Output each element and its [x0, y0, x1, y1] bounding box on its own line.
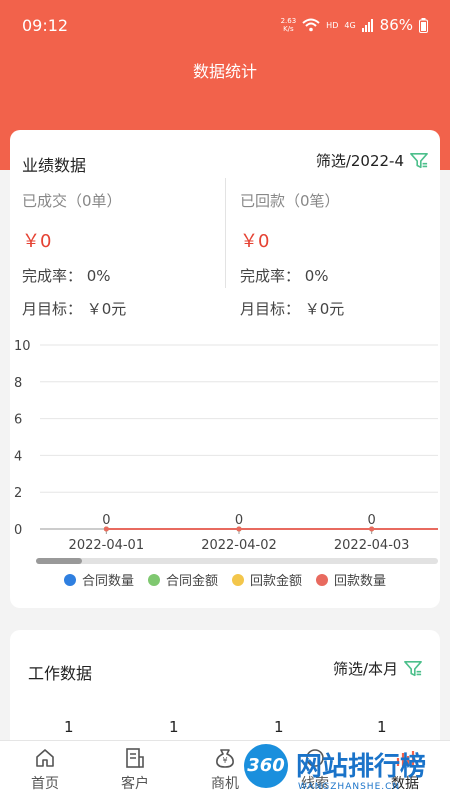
watermark-subtext: WANGZHANSHE.CN [298, 782, 401, 792]
site-watermark: 360 网站排行榜 WANGZHANSHE.CN [240, 742, 450, 800]
payments-label: 已回款（0笔） [240, 192, 340, 210]
work-title: 工作数据 [28, 664, 93, 683]
legend-label: 合同数量 [81, 574, 134, 589]
work-count: 1 [64, 718, 74, 736]
performance-filter-label: 筛选/2022-4 [315, 152, 404, 170]
lte-label: 4G [344, 20, 356, 30]
work-filter-button[interactable]: 筛选/本月 [333, 658, 422, 679]
performance-title: 业绩数据 [22, 156, 87, 175]
performance-filter-button[interactable]: 筛选/2022-4 [316, 150, 428, 171]
signal-icon [361, 18, 373, 32]
legend-dot [316, 573, 329, 586]
x-tick-label: 2022-04-01 [69, 538, 145, 550]
summary-divider [225, 178, 226, 288]
deals-rate: 完成率： 0% [22, 267, 111, 285]
net-speed: 2.63 K/s [281, 17, 297, 33]
y-tick-label: 2 [14, 486, 22, 501]
data-label: 0 [102, 513, 110, 528]
status-icons: 2.63 K/s HD 4G 86% [281, 16, 428, 34]
net-speed-unit: K/s [283, 25, 294, 33]
legend-label: 回款金额 [250, 574, 303, 589]
legend-dot [232, 573, 244, 586]
performance-card: 业绩数据 筛选/2022-4 已成交（0单） ￥0 完成率： 0% 月目标： ￥… [10, 130, 440, 608]
deals-label: 已成交（0单） [22, 192, 122, 210]
page-title: 数据统计 [192, 62, 257, 81]
x-tick-label: 2022-04-02 [201, 538, 277, 550]
performance-chart: 0 2 4 6 8 10 2022-04-01 2022-04-02 2022-04-03 0 0 0 [14, 339, 438, 550]
y-tick-label: 10 [14, 339, 31, 354]
status-bar: 09:12 2.63 K/s HD 4G 86% [0, 14, 450, 40]
deals-summary: 已成交（0单） ￥0 完成率： 0% 月目标： ￥0元 [22, 190, 222, 319]
legend-item[interactable]: 合同数量 [63, 570, 134, 589]
customer-icon [126, 748, 144, 768]
y-tick-label: 6 [14, 413, 22, 428]
watermark-text: 网站排行榜 [296, 752, 427, 782]
chart-scroll-thumb[interactable] [36, 558, 82, 564]
battery-icon [419, 17, 428, 33]
tab-home[interactable]: 首页 [15, 747, 75, 793]
legend-item[interactable]: 回款金额 [232, 570, 302, 589]
payments-target: 月目标： ￥0元 [240, 300, 345, 318]
payments-amount: ￥0 [240, 231, 270, 252]
filter-icon [410, 152, 428, 168]
work-filter-label: 筛选/本月 [332, 660, 398, 678]
x-tick-label: 2022-04-03 [334, 538, 410, 550]
opportunity-icon: ¥ [216, 749, 234, 768]
battery-percent: 86% [379, 16, 413, 34]
work-count: 1 [274, 718, 284, 736]
y-tick-label: 4 [14, 449, 22, 464]
deals-amount: ￥0 [22, 231, 52, 252]
legend-item[interactable]: 合同金额 [147, 570, 218, 589]
legend-item[interactable]: 回款数量 [316, 570, 386, 589]
legend-dot [147, 573, 160, 586]
y-tick-label: 0 [14, 523, 22, 538]
y-tick-label: 8 [14, 376, 22, 391]
status-time: 09:12 [22, 16, 69, 35]
tab-customer[interactable]: 客户 [105, 747, 165, 793]
home-icon [36, 749, 54, 767]
svg-text:¥: ¥ [222, 756, 227, 765]
chart-legend: 合同数量 合同金额 回款金额 回款数量 [10, 570, 440, 589]
filter-icon [404, 660, 422, 676]
deals-target: 月目标： ￥0元 [22, 300, 127, 318]
wifi-icon [302, 18, 320, 32]
watermark-logo: 360 [244, 744, 288, 788]
work-count: 1 [169, 718, 179, 736]
tab-customer-label: 客户 [121, 776, 149, 792]
data-label: 0 [235, 513, 243, 528]
data-label: 0 [368, 513, 376, 528]
net-speed-value: 2.63 [280, 17, 297, 25]
tab-home-label: 首页 [31, 776, 59, 792]
chart-scroll-track[interactable] [36, 558, 438, 564]
work-count: 1 [377, 718, 387, 736]
work-counts: 1 1 1 1 [10, 718, 440, 738]
legend-dot [63, 573, 76, 586]
tab-opportunity-label: 商机 [211, 776, 239, 792]
hd-label: HD [326, 20, 339, 30]
legend-label: 合同金额 [165, 574, 218, 589]
payments-rate: 完成率： 0% [240, 267, 329, 285]
legend-label: 回款数量 [334, 574, 387, 589]
payments-summary: 已回款（0笔） ￥0 完成率： 0% 月目标： ￥0元 [240, 190, 440, 319]
